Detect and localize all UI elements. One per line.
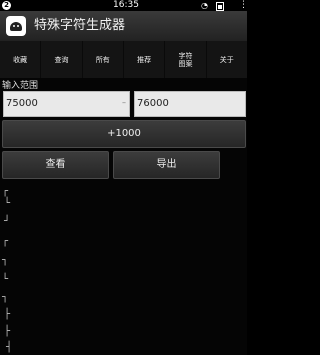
list-item[interactable]: ┐: [2, 256, 8, 266]
list-item[interactable]: ┤: [6, 343, 12, 353]
list-item[interactable]: ┐: [2, 293, 8, 303]
increment-button[interactable]: +1000: [2, 120, 246, 148]
list-item[interactable]: ├: [4, 310, 10, 320]
tab-favorites[interactable]: 收藏: [0, 41, 42, 78]
action-bar: 特殊字符生成器: [0, 11, 247, 41]
list-item[interactable]: ┌: [2, 237, 8, 247]
tab-character-patterns[interactable]: 字符 图案: [165, 41, 207, 78]
list-item[interactable]: ┌: [2, 187, 8, 197]
battery-icon: [216, 2, 224, 11]
range-from-input[interactable]: 75000: [3, 91, 130, 117]
status-time: 16:35: [113, 0, 139, 10]
status-bar: 2 16:35 ◔ ⋮: [0, 0, 247, 11]
app-title: 特殊字符生成器: [34, 18, 126, 33]
tab-all[interactable]: 所有: [83, 41, 124, 78]
android-robot-icon[interactable]: [6, 16, 26, 36]
range-separator: –: [122, 98, 126, 107]
notification-badge: 2: [2, 1, 11, 10]
list-item[interactable]: └: [4, 199, 10, 209]
result-list: ┌ └ ┘ ┌ ┐ └ ┐ ├ ├ ┤: [0, 183, 247, 355]
list-item[interactable]: ┘: [4, 217, 10, 227]
list-item[interactable]: └: [2, 275, 8, 285]
app-screen: 2 16:35 ◔ ⋮ 特殊字符生成器 收藏 查询 所有 推荐 字符 图案 关于…: [0, 0, 247, 355]
tab-bar: 收藏 查询 所有 推荐 字符 图案 关于: [0, 41, 247, 78]
wifi-icon: ◔: [201, 1, 208, 10]
export-button[interactable]: 导出: [113, 151, 220, 179]
tab-recommended[interactable]: 推荐: [124, 41, 166, 78]
view-button[interactable]: 查看: [2, 151, 109, 179]
list-item[interactable]: ├: [4, 327, 10, 337]
menu-icon[interactable]: ⋮: [239, 0, 247, 11]
tab-about[interactable]: 关于: [207, 41, 247, 78]
tab-search[interactable]: 查询: [41, 41, 83, 78]
range-to-input[interactable]: 76000: [134, 91, 246, 117]
